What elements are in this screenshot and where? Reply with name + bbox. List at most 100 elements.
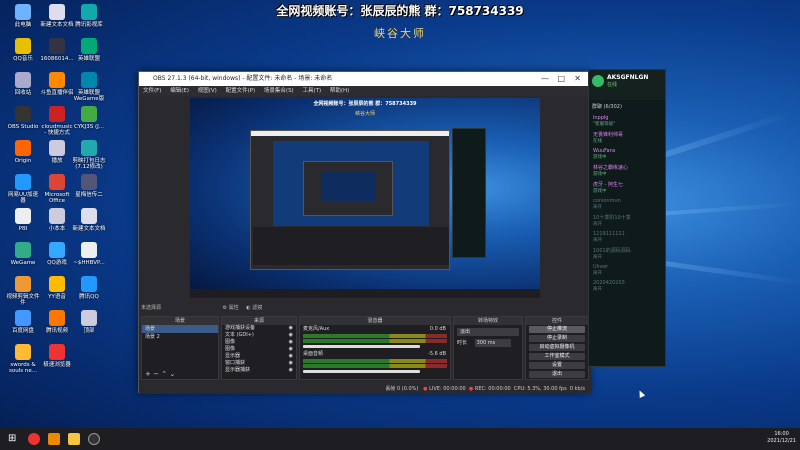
desktop-icon[interactable]: 腾讯QQ xyxy=(72,276,106,300)
app-icon xyxy=(49,72,65,88)
chat-contact-item[interactable]: 林谷之霸练速心 游戏中 xyxy=(589,162,665,179)
folder-icon[interactable] xyxy=(68,433,80,445)
gear-icon[interactable]: ⚙ xyxy=(223,305,227,311)
obs-title-bar[interactable]: OBS 27.1.3 (64-bit, windows) - 配置文件: 未命名… xyxy=(139,72,589,86)
scene-item[interactable]: 场景 2 xyxy=(142,333,218,341)
desktop-icon[interactable]: Origin xyxy=(6,140,40,164)
desktop-icon[interactable]: cloudmusic - 快捷方式 xyxy=(40,106,74,136)
desktop-icon[interactable]: 腾讯视频 xyxy=(40,310,74,334)
chat-contact-item[interactable]: 10十季阶10十季 离开 xyxy=(589,212,665,229)
desktop-icon[interactable]: WeGame xyxy=(6,242,40,266)
remove-icon[interactable]: − xyxy=(153,370,159,378)
chat-contact-item[interactable]: conionmun 离开 xyxy=(589,196,665,212)
properties-button[interactable]: 属性 xyxy=(229,305,239,311)
desktop-icon[interactable]: swords & souls ne... xyxy=(6,344,40,374)
desktop-icon[interactable]: 新建文本文档 xyxy=(40,4,74,28)
desktop-icon[interactable]: 腾讯影视库 xyxy=(72,4,106,28)
add-icon[interactable]: + xyxy=(145,370,151,378)
desktop-icon[interactable]: 视频剪辑文件件 xyxy=(6,276,40,306)
chat-contact-item[interactable]: 1219111121 离开 xyxy=(589,229,665,245)
obs-preview[interactable]: 全网视频账号：张辰辰的熊 群：758734339 峡谷大师 xyxy=(190,98,540,298)
app-icon[interactable] xyxy=(48,433,60,445)
menu-edit[interactable]: 编辑(E) xyxy=(170,88,189,94)
virtual-camera-button[interactable]: 启动虚拟摄像机 xyxy=(529,344,585,351)
chat-window[interactable]: AKSGFNLGN 在线 群聊 (6/302) lnpplg "客服等级" 无畏锋利… xyxy=(588,69,666,367)
desktop-icon[interactable]: Microsoft Office xyxy=(40,174,74,204)
scene-item[interactable]: 场景 xyxy=(142,325,218,333)
exit-button[interactable]: 退出 xyxy=(529,371,585,378)
chat-contact-item[interactable]: 2020420203 离开 xyxy=(589,278,665,294)
source-item[interactable]: 图像 ◉ xyxy=(222,339,296,346)
menu-scene-collection[interactable]: 场景集合(S) xyxy=(264,88,294,94)
desktop-icon[interactable]: 剪映打包日志 (7.12修改) xyxy=(72,140,106,170)
chat-contact-item[interactable]: 无畏锋利帅哥 在线 xyxy=(589,129,665,146)
browser-icon[interactable] xyxy=(28,433,40,445)
eye-icon[interactable]: ◉ xyxy=(289,346,296,353)
desktop-icon[interactable]: 百度网盘 xyxy=(6,310,40,334)
desktop-icon[interactable]: 顶部 xyxy=(72,310,106,334)
transition-select[interactable]: 淡出 xyxy=(457,328,519,336)
desktop-icon[interactable]: CYKJ3S (J... xyxy=(72,106,106,130)
menu-help[interactable]: 帮助(H) xyxy=(330,88,349,94)
stop-recording-button[interactable]: 停止录制 xyxy=(529,335,585,342)
chat-contact-item[interactable]: Ulreer 离开 xyxy=(589,262,665,278)
desktop-icon[interactable]: 斗鱼直播伴侣 xyxy=(40,72,74,96)
desktop-icon[interactable]: 新建文本文档 xyxy=(72,208,106,232)
desktop-icon[interactable]: QQ音乐 xyxy=(6,38,40,62)
desktop-icon[interactable]: 英雄联盟 xyxy=(72,38,106,62)
desktop-icon[interactable]: PBI xyxy=(6,208,40,232)
desktop-icon[interactable]: 16086014... xyxy=(40,38,74,62)
minimize-icon[interactable]: — xyxy=(541,72,549,86)
system-clock[interactable]: 16:00 2021/12/21 xyxy=(767,431,796,445)
desktop-icon[interactable]: 小本本 xyxy=(40,208,74,232)
volume-slider[interactable] xyxy=(303,345,420,348)
desktop-icon[interactable]: ~$HHBVP... xyxy=(72,242,106,266)
obs-taskbar-icon[interactable] xyxy=(88,433,100,445)
eye-icon[interactable]: ◉ xyxy=(289,339,296,346)
eye-icon[interactable]: ◉ xyxy=(289,332,296,339)
source-item[interactable]: 窗口捕获 ◉ xyxy=(222,360,296,367)
chat-contact-item[interactable]: 1001的源码源码 离开 xyxy=(589,245,665,262)
volume-slider[interactable] xyxy=(303,370,420,373)
desktop-icon[interactable]: 英雄联盟 WeGame版 xyxy=(72,72,106,102)
desktop-icon[interactable]: 星梅信传二 xyxy=(72,174,106,198)
desktop-icon[interactable]: YY语音 xyxy=(40,276,74,300)
desktop-icon[interactable]: 极速浏览器 xyxy=(40,344,74,368)
filter-icon[interactable]: ◐ xyxy=(246,305,250,311)
menu-tools[interactable]: 工具(T) xyxy=(302,88,321,94)
menu-profile[interactable]: 配置文件(P) xyxy=(226,88,256,94)
chevron-up-icon[interactable]: ⌃ xyxy=(161,370,167,378)
menu-file[interactable]: 文件(F) xyxy=(143,88,161,94)
avatar[interactable] xyxy=(592,75,604,87)
desktop-icon[interactable]: OBS Studio xyxy=(6,106,40,130)
eye-icon[interactable]: ◉ xyxy=(289,353,296,360)
source-item[interactable]: 游戏捕获设备 ◉ xyxy=(222,325,296,332)
chat-contact-item[interactable]: WuuFans 游戏中 xyxy=(589,146,665,162)
chat-group-label[interactable]: 群聊 (6/302) xyxy=(589,100,665,113)
maximize-icon[interactable]: □ xyxy=(557,72,565,86)
eye-icon[interactable]: ◉ xyxy=(289,360,296,367)
chat-contact-item[interactable]: 虎牙 - 阿生七 游戏中 xyxy=(589,179,665,196)
desktop-icon[interactable]: 此电脑 xyxy=(6,4,40,28)
source-item[interactable]: 显示器捕获 ◉ xyxy=(222,367,296,374)
filters-button[interactable]: 滤镜 xyxy=(252,305,262,311)
desktop-icon[interactable]: 回收站 xyxy=(6,72,40,96)
duration-input[interactable]: 300 ms xyxy=(474,339,511,347)
eye-icon[interactable]: ◉ xyxy=(289,367,296,374)
settings-button[interactable]: 设置 xyxy=(529,362,585,369)
close-icon[interactable]: ✕ xyxy=(574,72,581,86)
eye-icon[interactable]: ◉ xyxy=(289,325,296,332)
source-item[interactable]: 图像 ◉ xyxy=(222,346,296,353)
studio-mode-button[interactable]: 工作室模式 xyxy=(529,353,585,360)
chat-contact-item[interactable]: lnpplg "客服等级" xyxy=(589,113,665,129)
obs-window[interactable]: OBS 27.1.3 (64-bit, windows) - 配置文件: 未命名… xyxy=(138,71,591,394)
menu-view[interactable]: 视图(V) xyxy=(198,88,217,94)
chevron-down-icon[interactable]: ⌄ xyxy=(169,370,175,378)
desktop-icon[interactable]: QQ游戏 xyxy=(40,242,74,266)
desktop-icon[interactable]: 网易UU加速器 xyxy=(6,174,40,204)
desktop-icon[interactable]: 播放 xyxy=(40,140,74,164)
windows-start-icon[interactable]: ⊞ xyxy=(8,433,20,445)
stop-stream-button[interactable]: 停止推流 xyxy=(529,326,585,333)
source-item[interactable]: 文本 (GDI+) ◉ xyxy=(222,332,296,339)
source-item[interactable]: 显示器 ◉ xyxy=(222,353,296,360)
